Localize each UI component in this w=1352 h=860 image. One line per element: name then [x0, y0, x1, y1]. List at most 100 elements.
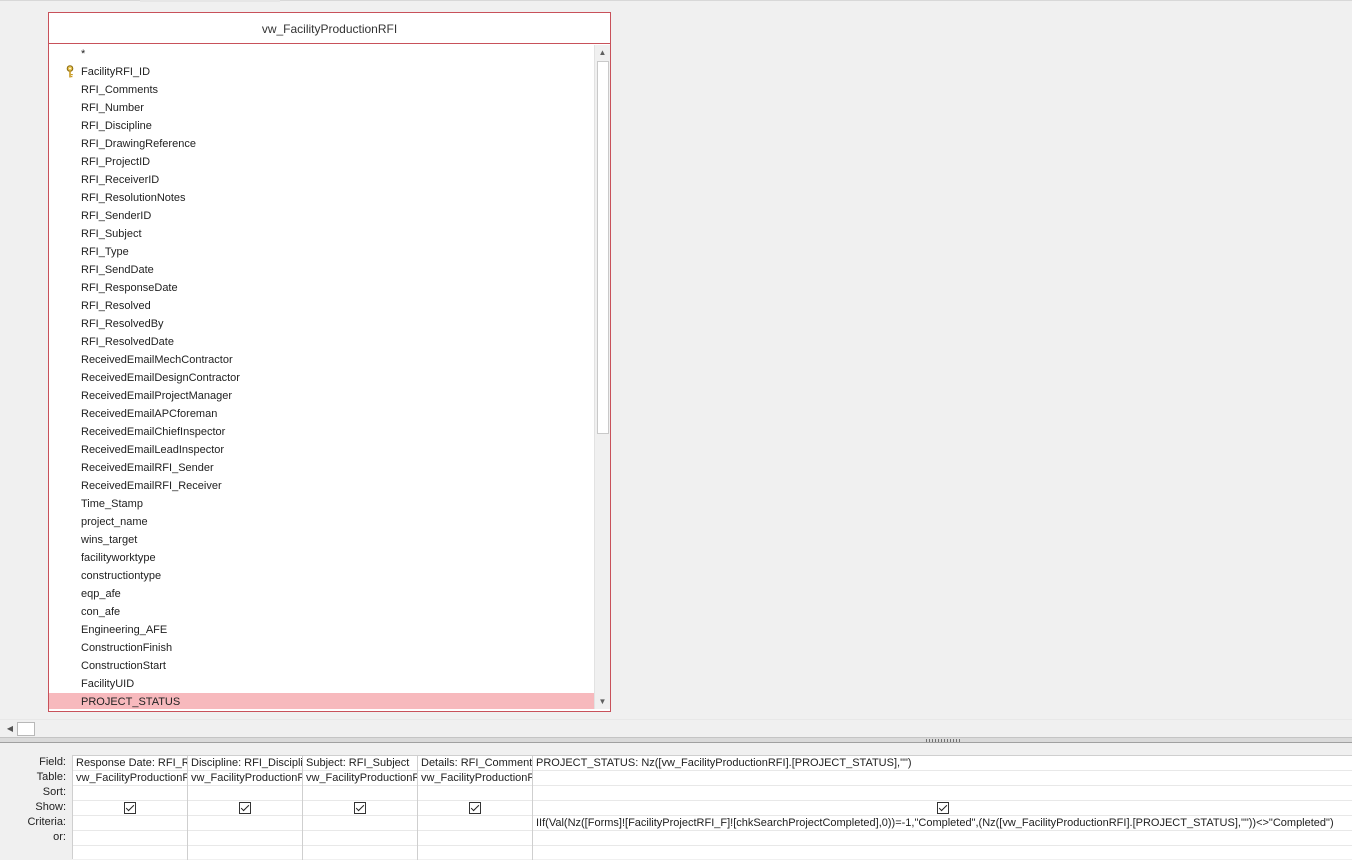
field-list-item[interactable]: PROJECT_STATUS: [49, 693, 594, 709]
field-list-item[interactable]: ReceivedEmailLeadInspector: [49, 441, 594, 459]
table-cell[interactable]: vw_FacilityProductionRFI: [188, 771, 302, 786]
field-cell[interactable]: Discipline: RFI_Discipline: [188, 756, 302, 771]
field-list-item-label: constructiontype: [81, 570, 162, 582]
field-list-item[interactable]: RFI_ReceiverID: [49, 171, 594, 189]
field-list-item-label: Engineering_AFE: [81, 624, 168, 636]
table-cell[interactable]: vw_FacilityProductionRFI: [303, 771, 417, 786]
criteria-cell[interactable]: [188, 816, 302, 831]
field-list-item[interactable]: ConstructionFinish: [49, 639, 594, 657]
field-list-item[interactable]: RFI_ResolvedBy: [49, 315, 594, 333]
or-cell[interactable]: [303, 831, 417, 846]
splitter-grip[interactable]: [926, 739, 962, 742]
sort-cell[interactable]: [188, 786, 302, 801]
field-list-item[interactable]: RFI_ProjectID: [49, 153, 594, 171]
design-grid-column[interactable]: Subject: RFI_Subject vw_FacilityProductio…: [303, 756, 418, 860]
field-list-item[interactable]: wins_target: [49, 531, 594, 549]
scrollbar-thumb[interactable]: [17, 722, 35, 736]
show-checkbox[interactable]: [354, 802, 366, 814]
arrow-down-icon[interactable]: ▼: [595, 694, 610, 709]
or-cell[interactable]: [188, 831, 302, 846]
query-design-grid[interactable]: Response Date: RFI_ResponseDatevw_Facili…: [72, 755, 1352, 860]
or-cell[interactable]: [418, 831, 532, 846]
field-list-item[interactable]: RFI_Comments: [49, 81, 594, 99]
field-list-item[interactable]: ReceivedEmailMechContractor: [49, 351, 594, 369]
field-list-item-label: PROJECT_STATUS: [81, 696, 181, 708]
show-checkbox[interactable]: [469, 802, 481, 814]
sort-cell[interactable]: [303, 786, 417, 801]
field-list-item[interactable]: RFI_Type: [49, 243, 594, 261]
field-list-item-label: RFI_SenderID: [81, 210, 152, 222]
field-list-item[interactable]: project_name: [49, 513, 594, 531]
field-list-item[interactable]: RFI_SendDate: [49, 261, 594, 279]
design-grid-column[interactable]: Details: RFI_Comments vw_FacilityProducti…: [418, 756, 533, 860]
field-list-item-label: RFI_SendDate: [81, 264, 154, 276]
field-list-title[interactable]: vw_FacilityProductionRFI: [49, 13, 610, 44]
field-list-item[interactable]: ReceivedEmailProjectManager: [49, 387, 594, 405]
design-grid-column[interactable]: Discipline: RFI_Disciplinevw_FacilityPro…: [188, 756, 303, 860]
sort-cell[interactable]: [73, 786, 187, 801]
field-list-item[interactable]: ReceivedEmailRFI_Receiver: [49, 477, 594, 495]
field-list-item[interactable]: RFI_ResponseDate: [49, 279, 594, 297]
table-cell[interactable]: vw_FacilityProductionRFI: [418, 771, 532, 786]
sort-cell[interactable]: [533, 786, 1352, 801]
table-cell[interactable]: [533, 771, 1352, 786]
field-list-item[interactable]: Time_Stamp: [49, 495, 594, 513]
show-cell[interactable]: [188, 801, 302, 816]
field-list-item-label: Time_Stamp: [81, 498, 143, 510]
criteria-cell[interactable]: [303, 816, 417, 831]
criteria-cell[interactable]: IIf(Val(Nz([Forms]![FacilityProjectRFI_F…: [533, 816, 1352, 831]
row-label-or: or:: [53, 831, 66, 843]
show-cell[interactable]: [533, 801, 1352, 816]
field-list-item-label: ReceivedEmailRFI_Receiver: [81, 480, 222, 492]
field-list-item[interactable]: eqp_afe: [49, 585, 594, 603]
field-list-item[interactable]: RFI_Resolved: [49, 297, 594, 315]
field-list-item[interactable]: RFI_Number: [49, 99, 594, 117]
arrow-left-icon[interactable]: ◀: [3, 722, 17, 736]
field-cell[interactable]: Response Date: RFI_ResponseDate: [73, 756, 187, 771]
field-list-item[interactable]: FacilityRFI_ID: [49, 63, 594, 81]
field-cell[interactable]: Details: RFI_Comments: [418, 756, 532, 771]
field-list-item[interactable]: *: [49, 45, 594, 63]
field-list-item[interactable]: ConstructionStart: [49, 657, 594, 675]
show-cell[interactable]: [418, 801, 532, 816]
field-list-item[interactable]: RFI_Discipline: [49, 117, 594, 135]
field-list-item-label: facilityworktype: [81, 552, 156, 564]
field-list-item[interactable]: RFI_Subject: [49, 225, 594, 243]
sort-cell[interactable]: [418, 786, 532, 801]
field-list-item[interactable]: ReceivedEmailAPCforeman: [49, 405, 594, 423]
field-list-item[interactable]: RFI_DrawingReference: [49, 135, 594, 153]
field-list-item[interactable]: con_afe: [49, 603, 594, 621]
arrow-up-icon[interactable]: ▲: [595, 45, 610, 60]
field-list-item[interactable]: RFI_ResolvedDate: [49, 333, 594, 351]
show-checkbox[interactable]: [936, 802, 949, 814]
field-list-item[interactable]: RFI_ResolutionNotes: [49, 189, 594, 207]
field-list-item[interactable]: ReceivedEmailDesignContractor: [49, 369, 594, 387]
row-label-sort: Sort:: [42, 786, 66, 798]
table-cell[interactable]: vw_FacilityProductionRFI: [73, 771, 187, 786]
or-cell[interactable]: [73, 831, 187, 846]
tables-pane-horizontal-scrollbar[interactable]: ◀: [0, 719, 1352, 737]
field-cell[interactable]: PROJECT_STATUS: Nz([vw_FacilityProductio…: [533, 756, 1352, 771]
field-list-item[interactable]: Engineering_AFE: [49, 621, 594, 639]
field-list-window[interactable]: vw_FacilityProductionRFI * FacilityRFI_ID…: [48, 12, 611, 712]
show-checkbox[interactable]: [239, 802, 251, 814]
field-list-item[interactable]: RFI_SenderID: [49, 207, 594, 225]
show-cell[interactable]: [303, 801, 417, 816]
scrollbar-thumb[interactable]: [597, 61, 609, 434]
design-grid-column[interactable]: Response Date: RFI_ResponseDatevw_Facili…: [73, 756, 188, 860]
criteria-cell[interactable]: [418, 816, 532, 831]
field-list-vertical-scrollbar[interactable]: ▲ ▼: [594, 45, 610, 709]
criteria-cell[interactable]: [73, 816, 187, 831]
field-list-item[interactable]: FacilityUID: [49, 675, 594, 693]
design-grid-column[interactable]: PROJECT_STATUS: Nz([vw_FacilityProductio…: [533, 756, 1352, 860]
field-list-item[interactable]: ReceivedEmailChiefInspector: [49, 423, 594, 441]
field-list-item[interactable]: ReceivedEmailRFI_Sender: [49, 459, 594, 477]
field-list-item[interactable]: constructiontype: [49, 567, 594, 585]
show-cell[interactable]: [73, 801, 187, 816]
field-list-item-label: ConstructionFinish: [81, 642, 173, 654]
field-cell[interactable]: Subject: RFI_Subject: [303, 756, 417, 771]
field-list-item[interactable]: facilityworktype: [49, 549, 594, 567]
show-checkbox[interactable]: [124, 802, 136, 814]
or-cell[interactable]: [533, 831, 1352, 846]
field-list-item-label: RFI_Number: [81, 102, 144, 114]
